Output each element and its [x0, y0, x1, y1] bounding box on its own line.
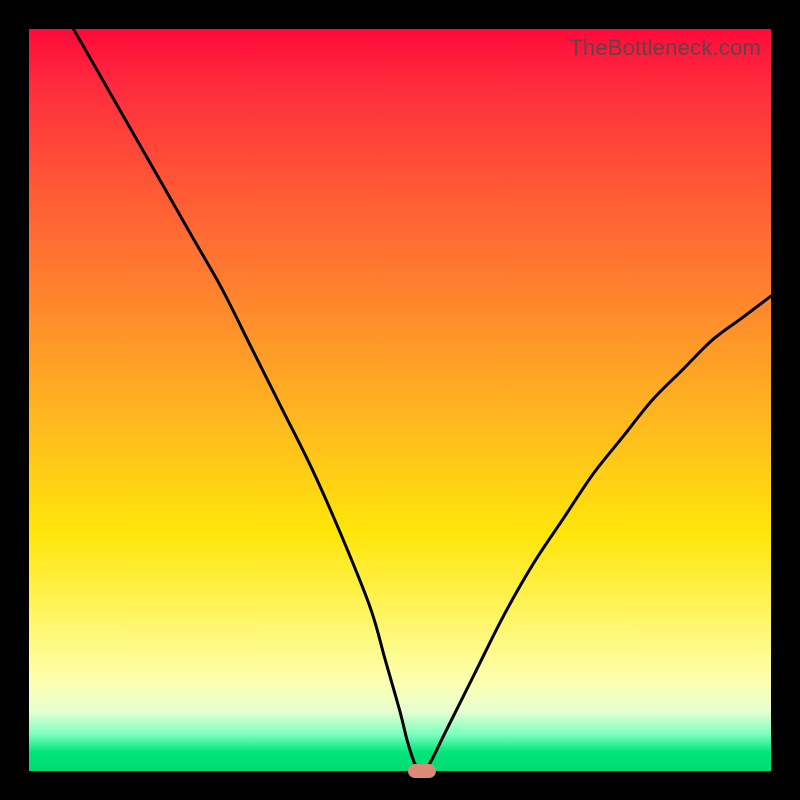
- bottleneck-curve: [29, 29, 771, 771]
- chart-frame: TheBottleneck.com: [0, 0, 800, 800]
- plot-area: TheBottleneck.com: [29, 29, 771, 771]
- minimum-marker: [408, 764, 436, 778]
